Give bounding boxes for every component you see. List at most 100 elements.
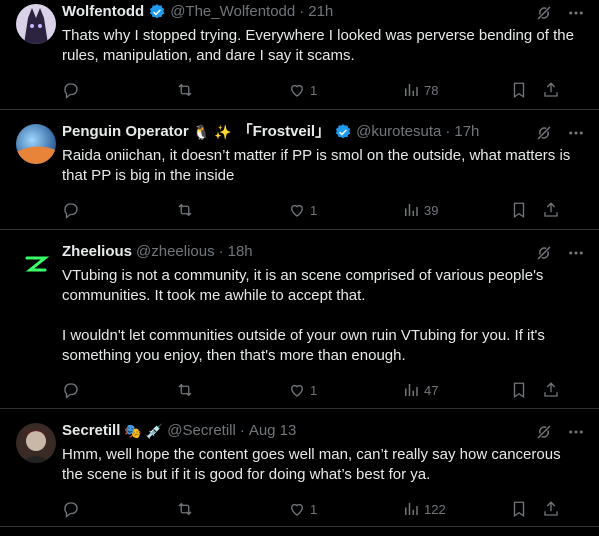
- timestamp[interactable]: 17h: [454, 122, 479, 142]
- post-text: Raida oniichan, it doesn’t matter if PP …: [62, 146, 585, 186]
- like-icon: [288, 81, 306, 99]
- grok-icon[interactable]: [535, 4, 553, 22]
- action-bar: 1 122: [62, 491, 585, 527]
- views-count: 122: [424, 501, 446, 517]
- separator: ·: [445, 123, 451, 140]
- verified-badge-icon: [148, 3, 166, 21]
- repost-button[interactable]: [176, 500, 288, 518]
- post-paragraph: Thats why I stopped trying. Everywhere I…: [62, 27, 574, 64]
- post-header: Secretill 🎭 💉 @Secretill · Aug 13: [62, 419, 585, 441]
- post-header: Wolfentodd @The_Wolfentodd · 21h: [62, 0, 585, 22]
- post-text: Thats why I stopped trying. Everywhere I…: [62, 26, 585, 66]
- author-name[interactable]: Penguin Operator: [62, 122, 189, 142]
- post-3[interactable]: Secretill 🎭 💉 @Secretill · Aug 13 Hmm, w…: [0, 409, 599, 527]
- views-button[interactable]: 78: [402, 81, 510, 99]
- views-icon: [402, 81, 420, 99]
- more-icon[interactable]: [567, 244, 585, 262]
- like-count: 1: [310, 82, 318, 98]
- post-1[interactable]: Penguin Operator 🐧 ✨ 「Frostveil」 @kurote…: [0, 110, 599, 230]
- share-icon[interactable]: [542, 381, 560, 399]
- views-icon: [402, 201, 420, 219]
- views-count: 47: [424, 382, 439, 398]
- like-count: 1: [310, 501, 318, 517]
- sparkles-emoji-icon: ✨: [214, 124, 232, 140]
- timestamp[interactable]: 21h: [308, 2, 333, 22]
- like-count: 1: [310, 382, 318, 398]
- author-name[interactable]: Secretill: [62, 421, 120, 441]
- author-handle[interactable]: @zheelious: [136, 242, 215, 262]
- author-handle[interactable]: @kurotesuta: [356, 122, 441, 142]
- reply-icon: [62, 81, 80, 99]
- author-name[interactable]: Wolfentodd: [62, 2, 144, 22]
- views-button[interactable]: 47: [402, 381, 510, 399]
- views-icon: [402, 500, 420, 518]
- post-0[interactable]: Wolfentodd @The_Wolfentodd · 21h Thats w…: [0, 0, 599, 110]
- reply-icon: [62, 500, 80, 518]
- avatar[interactable]: [16, 124, 56, 164]
- like-button[interactable]: 1: [288, 81, 402, 99]
- avatar[interactable]: [16, 4, 56, 44]
- like-button[interactable]: 1: [288, 500, 402, 518]
- post-2[interactable]: Zheelious @zheelious · 18h VTubing is no…: [0, 230, 599, 409]
- reply-icon: [62, 381, 80, 399]
- views-count: 39: [424, 202, 439, 218]
- bookmark-icon[interactable]: [510, 381, 528, 399]
- reply-button[interactable]: [62, 381, 176, 399]
- views-count: 78: [424, 82, 439, 98]
- post-paragraph: Hmm, well hope the content goes well man…: [62, 446, 561, 483]
- author-name[interactable]: Zheelious: [62, 242, 132, 262]
- penguin-emoji-icon: 🐧: [192, 124, 211, 140]
- avatar[interactable]: [16, 423, 56, 463]
- action-bar: 1 47: [62, 372, 585, 408]
- repost-icon: [176, 201, 194, 219]
- action-bar: 1 78: [62, 72, 585, 108]
- repost-button[interactable]: [176, 381, 288, 399]
- share-icon[interactable]: [542, 201, 560, 219]
- action-bar: 1 39: [62, 192, 585, 228]
- timestamp[interactable]: 18h: [228, 242, 253, 262]
- bookmark-icon[interactable]: [510, 500, 528, 518]
- bookmark-icon[interactable]: [510, 201, 528, 219]
- reply-button[interactable]: [62, 201, 176, 219]
- author-handle[interactable]: @Secretill: [167, 421, 236, 441]
- verified-badge-icon: [334, 123, 352, 141]
- separator: ·: [239, 422, 245, 439]
- separator: ·: [299, 3, 305, 20]
- reply-button[interactable]: [62, 81, 176, 99]
- reply-button[interactable]: [62, 500, 176, 518]
- bookmark-icon[interactable]: [510, 81, 528, 99]
- share-icon[interactable]: [542, 81, 560, 99]
- repost-button[interactable]: [176, 201, 288, 219]
- repost-icon: [176, 81, 194, 99]
- grok-icon[interactable]: [535, 244, 553, 262]
- post-text: VTubing is not a community, it is an sce…: [62, 266, 585, 366]
- post-paragraph: VTubing is not a community, it is an sce…: [62, 267, 544, 304]
- views-icon: [402, 381, 420, 399]
- timestamp[interactable]: Aug 13: [249, 421, 297, 441]
- like-count: 1: [310, 202, 318, 218]
- post-paragraph: I wouldn't let communities outside of yo…: [62, 327, 545, 364]
- like-icon: [288, 201, 306, 219]
- like-button[interactable]: 1: [288, 201, 402, 219]
- more-icon[interactable]: [567, 4, 585, 22]
- views-button[interactable]: 122: [402, 500, 510, 518]
- like-button[interactable]: 1: [288, 381, 402, 399]
- repost-icon: [176, 381, 194, 399]
- reply-icon: [62, 201, 80, 219]
- views-button[interactable]: 39: [402, 201, 510, 219]
- like-icon: [288, 500, 306, 518]
- avatar[interactable]: [16, 244, 56, 284]
- share-icon[interactable]: [542, 500, 560, 518]
- post-header: Penguin Operator 🐧 ✨ 「Frostveil」 @kurote…: [62, 120, 585, 142]
- author-handle[interactable]: @The_Wolfentodd: [170, 2, 295, 22]
- repost-icon: [176, 500, 194, 518]
- syringe-emoji-icon: 💉: [145, 423, 164, 439]
- more-icon[interactable]: [567, 124, 585, 142]
- more-icon[interactable]: [567, 423, 585, 441]
- grok-icon[interactable]: [535, 124, 553, 142]
- repost-button[interactable]: [176, 81, 288, 99]
- post-paragraph: Raida oniichan, it doesn’t matter if PP …: [62, 147, 571, 184]
- post-header: Zheelious @zheelious · 18h: [62, 240, 585, 262]
- like-icon: [288, 381, 306, 399]
- grok-icon[interactable]: [535, 423, 553, 441]
